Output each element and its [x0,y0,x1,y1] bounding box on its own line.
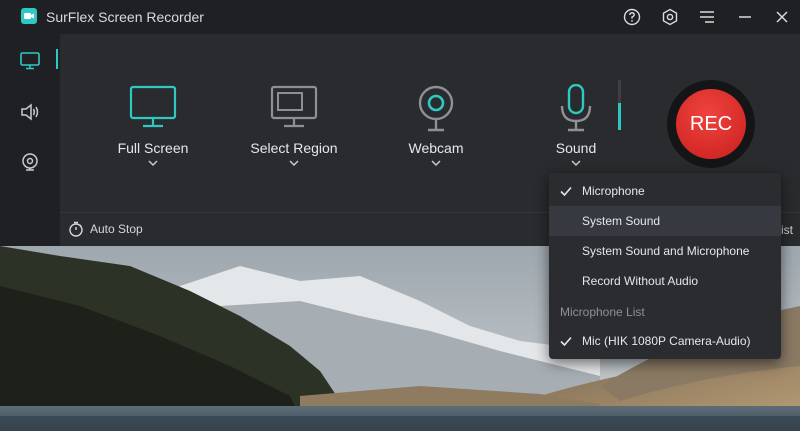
timer-icon [69,221,83,237]
app-logo-icon [21,8,37,24]
checkmark-icon [560,186,572,197]
sidebar-selected-indicator [56,49,58,69]
mode-label: Select Region [250,140,338,156]
menu-item-label: Mic (HIK 1080P Camera-Audio) [582,334,751,348]
menu-item-label: System Sound and Microphone [582,244,750,258]
mode-full-screen[interactable]: Full Screen [88,84,218,168]
title-bar: SurFlex Screen Recorder [0,0,800,34]
auto-stop-button[interactable]: Auto Stop [68,221,143,237]
mode-webcam[interactable]: Webcam [371,84,501,168]
select-region-icon [270,84,318,132]
close-button[interactable] [772,7,792,27]
menu-item-label: System Sound [582,214,661,228]
menu-item-label: Record Without Audio [582,274,699,288]
help-icon [623,8,641,26]
menu-item-label: Microphone [582,184,645,198]
menu-item-system-sound-and-microphone[interactable]: System Sound and Microphone [549,236,781,266]
rec-button-ring: REC [667,80,755,168]
speaker-icon [21,103,39,121]
menu-item-record-without-audio[interactable]: Record Without Audio [549,266,781,296]
mode-label: Sound [555,140,597,156]
app-title: SurFlex Screen Recorder [46,9,204,25]
rec-button[interactable]: REC [676,89,746,159]
monitor-icon [20,52,40,70]
close-icon [776,11,788,23]
settings-button[interactable] [660,7,680,27]
chevron-down-icon[interactable] [429,158,443,168]
checkmark-icon [560,336,572,347]
mode-label: Full Screen [117,140,189,156]
sidebar-item-screen[interactable] [18,49,42,73]
menu-item-system-sound[interactable]: System Sound [549,206,781,236]
webcam-icon [22,153,38,171]
strip-right-label[interactable]: ist [781,223,793,237]
chevron-down-icon[interactable] [146,158,160,168]
sidebar-item-webcam[interactable] [18,151,42,175]
auto-stop-label: Auto Stop [90,222,143,236]
chevron-down-icon[interactable] [569,158,583,168]
sound-dropdown-menu: Microphone System Sound System Sound and… [549,173,781,359]
app-window: SurFlex Screen Recorder Full Screen Sele… [0,0,800,431]
mode-sound[interactable]: Sound [511,84,641,168]
microphone-list-header: Microphone List [560,305,645,319]
help-button[interactable] [622,7,642,27]
volume-level-meter [618,80,621,130]
volume-level-fill [618,102,621,130]
settings-icon [662,8,678,26]
menu-item-device[interactable]: Mic (HIK 1080P Camera-Audio) [549,326,781,356]
chevron-down-icon[interactable] [287,158,301,168]
webcam-icon [414,84,458,132]
menu-button[interactable] [697,7,717,27]
minimize-button[interactable] [735,7,755,27]
minimize-icon [739,16,751,18]
mode-select-region[interactable]: Select Region [229,84,359,168]
mode-label: Webcam [408,140,464,156]
menu-icon [700,11,714,23]
sidebar-item-audio[interactable] [18,100,42,124]
menu-item-microphone[interactable]: Microphone [549,176,781,206]
sidebar [0,34,60,246]
microphone-icon [556,84,596,132]
full-screen-icon [129,84,177,132]
